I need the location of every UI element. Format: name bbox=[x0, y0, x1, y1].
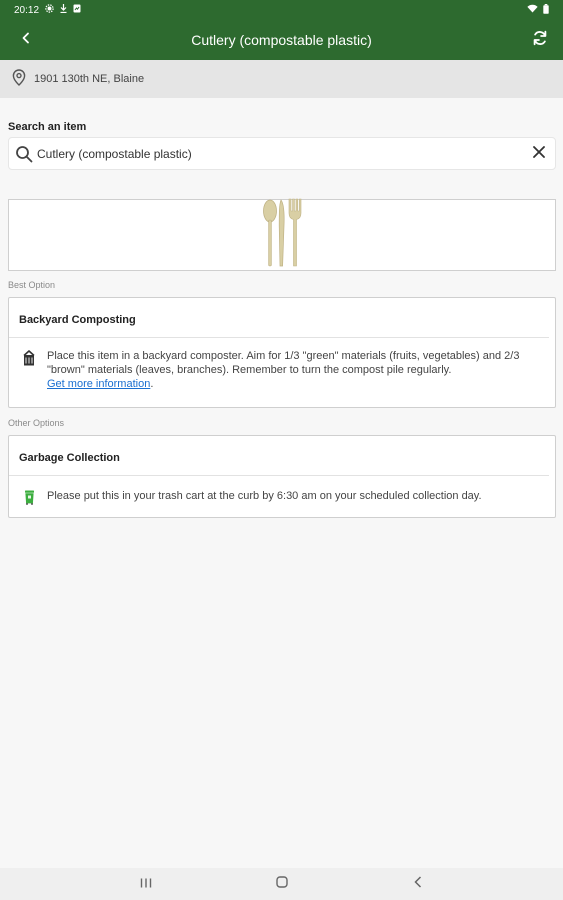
search-box bbox=[8, 137, 556, 170]
system-back-button[interactable] bbox=[404, 870, 432, 898]
item-image bbox=[8, 198, 556, 273]
chevron-left-icon bbox=[21, 31, 31, 49]
back-icon bbox=[413, 875, 422, 893]
best-option-card: Backyard Composting Place this item in a… bbox=[8, 297, 556, 408]
notification-icon bbox=[73, 4, 81, 16]
garbage-collection-text: Please put this in your trash cart at th… bbox=[47, 490, 482, 502]
search-label: Search an item bbox=[8, 121, 87, 133]
close-icon bbox=[533, 145, 545, 163]
best-option-label: Best Option bbox=[8, 280, 56, 290]
other-options-label: Other Options bbox=[8, 418, 65, 428]
location-bar[interactable]: 1901 130th NE, Blaine bbox=[0, 60, 563, 98]
cutlery-icon bbox=[258, 198, 306, 273]
search-icon bbox=[13, 143, 35, 165]
home-icon bbox=[275, 875, 288, 893]
best-option-text: Place this item in a backyard composter.… bbox=[47, 350, 520, 376]
location-address: 1901 130th NE, Blaine bbox=[34, 73, 145, 85]
trash-cart-icon bbox=[21, 489, 37, 505]
download-icon bbox=[60, 4, 67, 16]
home-button[interactable] bbox=[268, 870, 296, 898]
location-pin-icon bbox=[12, 69, 26, 89]
recent-apps-icon bbox=[140, 875, 152, 893]
battery-icon bbox=[543, 3, 549, 17]
compost-bin-icon bbox=[21, 349, 37, 391]
clear-search-button[interactable] bbox=[523, 138, 555, 170]
refresh-button[interactable] bbox=[527, 27, 553, 53]
back-button[interactable] bbox=[14, 28, 38, 52]
best-option-description: Place this item in a backyard composter.… bbox=[47, 349, 545, 391]
status-time: 20:12 bbox=[14, 4, 40, 16]
period-text: . bbox=[150, 378, 154, 390]
status-bar: 20:12 bbox=[0, 0, 563, 20]
page-title: Cutlery (compostable plastic) bbox=[191, 32, 372, 48]
refresh-icon bbox=[531, 29, 549, 52]
recent-apps-button[interactable] bbox=[132, 870, 160, 898]
settings-icon bbox=[45, 4, 54, 16]
best-option-title: Backyard Composting bbox=[9, 298, 549, 338]
garbage-collection-card: Garbage Collection Please put this in yo… bbox=[8, 435, 556, 518]
garbage-collection-title: Garbage Collection bbox=[9, 436, 549, 476]
search-input[interactable] bbox=[35, 146, 523, 161]
system-nav-bar bbox=[0, 868, 563, 900]
app-bar: Cutlery (compostable plastic) bbox=[0, 20, 563, 60]
more-info-link[interactable]: Get more information bbox=[47, 378, 150, 390]
wifi-icon bbox=[527, 4, 538, 16]
